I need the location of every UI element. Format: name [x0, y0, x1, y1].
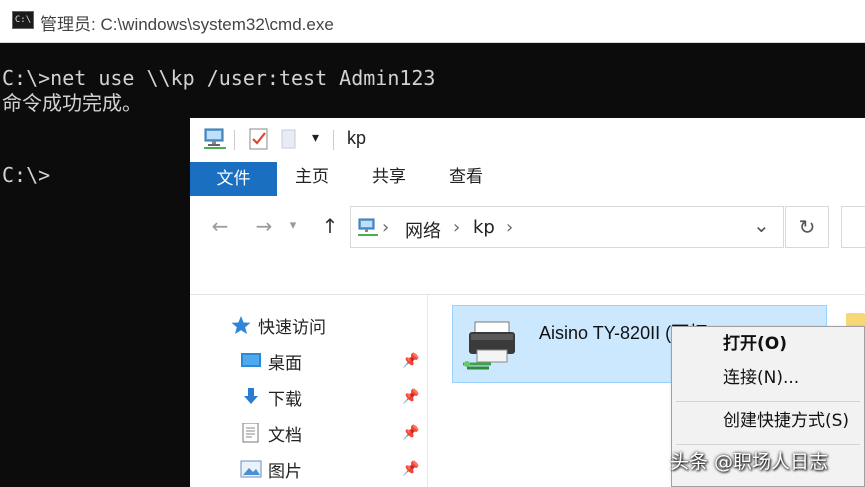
menu-item-label: 创建快捷方式(S)	[723, 411, 850, 431]
cmd-window-title: 管理员: C:\windows\system32\cmd.exe	[40, 15, 334, 34]
menu-separator	[676, 444, 860, 445]
explorer-window-title: kp	[347, 128, 367, 148]
forward-button[interactable]: →	[252, 214, 276, 238]
cmd-titlebar[interactable]: C:\ 管理员: C:\windows\system32\cmd.exe	[0, 0, 865, 43]
nav-item-label: 快速访问	[258, 318, 326, 338]
pin-icon[interactable]: 📌	[402, 353, 419, 369]
ribbon-tabs: 文件 主页 共享 查看	[190, 162, 865, 196]
up-button[interactable]: ↑	[318, 214, 342, 238]
nav-item-label: 桌面	[268, 354, 302, 374]
network-printer-icon	[463, 321, 515, 370]
picture-icon	[240, 460, 262, 478]
tab-file[interactable]: 文件	[190, 162, 277, 196]
menu-separator	[676, 401, 860, 402]
qat-divider-2	[333, 130, 334, 150]
back-button[interactable]: ←	[208, 214, 232, 238]
console-line-result: 命令成功完成。	[2, 91, 142, 115]
recent-locations-button[interactable]: ▾	[286, 214, 300, 238]
watermark: 头条 @职场人日志	[670, 451, 829, 473]
breadcrumb-network[interactable]: 网络	[405, 217, 441, 243]
breadcrumb-sep-2[interactable]: ›	[506, 217, 513, 238]
download-icon	[244, 388, 258, 404]
qat-divider	[234, 130, 235, 150]
nav-item-label: 下载	[268, 390, 302, 410]
breadcrumb-kp[interactable]: kp	[473, 217, 495, 238]
tab-home[interactable]: 主页	[295, 162, 329, 196]
network-icon	[358, 218, 378, 236]
menu-item-label: 打开(O)	[723, 334, 787, 354]
menu-item-connect[interactable]: 连接(N)...	[672, 363, 864, 397]
address-dropdown-icon[interactable]: ⌄	[753, 213, 770, 237]
search-input[interactable]	[841, 206, 865, 248]
navigation-pane: 快速访问 桌面 下载 文档 图片 📌 📌 📌 📌	[190, 295, 428, 487]
nav-item-label: 文档	[268, 426, 302, 446]
qat-customize-dropdown[interactable]: ▾	[312, 129, 319, 153]
star-icon	[231, 316, 251, 334]
nav-item-label: 图片	[268, 462, 302, 482]
desktop-icon	[241, 353, 261, 367]
tab-view[interactable]: 查看	[449, 162, 483, 196]
navigation-bar: ← → ▾ ↑ › 网络 › kp › ⌄ ↻	[190, 198, 865, 258]
pin-icon[interactable]: 📌	[402, 389, 419, 405]
new-folder-icon[interactable]	[280, 128, 298, 150]
pin-icon[interactable]: 📌	[402, 425, 419, 441]
menu-item-create-shortcut[interactable]: 创建快捷方式(S)	[672, 406, 864, 440]
menu-item-open[interactable]: 打开(O)	[672, 329, 864, 363]
console-prompt[interactable]: C:\>	[2, 163, 50, 187]
console-line-command: C:\>net use \\kp /user:test Admin123	[2, 66, 436, 90]
address-bar[interactable]: › 网络 › kp › ⌄	[350, 206, 784, 248]
refresh-icon[interactable]: ↻	[785, 206, 829, 248]
properties-icon[interactable]	[248, 127, 270, 151]
quick-access-toolbar: ▾ kp	[190, 118, 865, 162]
breadcrumb-sep-1[interactable]: ›	[453, 217, 460, 238]
console-output[interactable]: C:\>net use \\kp /user:test Admin123 命令成功…	[2, 66, 435, 116]
breadcrumb-sep-0[interactable]: ›	[382, 217, 389, 238]
pin-icon[interactable]: 📌	[402, 461, 419, 477]
cmd-icon: C:\	[12, 11, 34, 29]
menu-item-label: 连接(N)...	[723, 368, 800, 388]
tab-share[interactable]: 共享	[372, 162, 406, 196]
network-computer-icon	[204, 128, 226, 149]
document-icon	[242, 423, 259, 443]
